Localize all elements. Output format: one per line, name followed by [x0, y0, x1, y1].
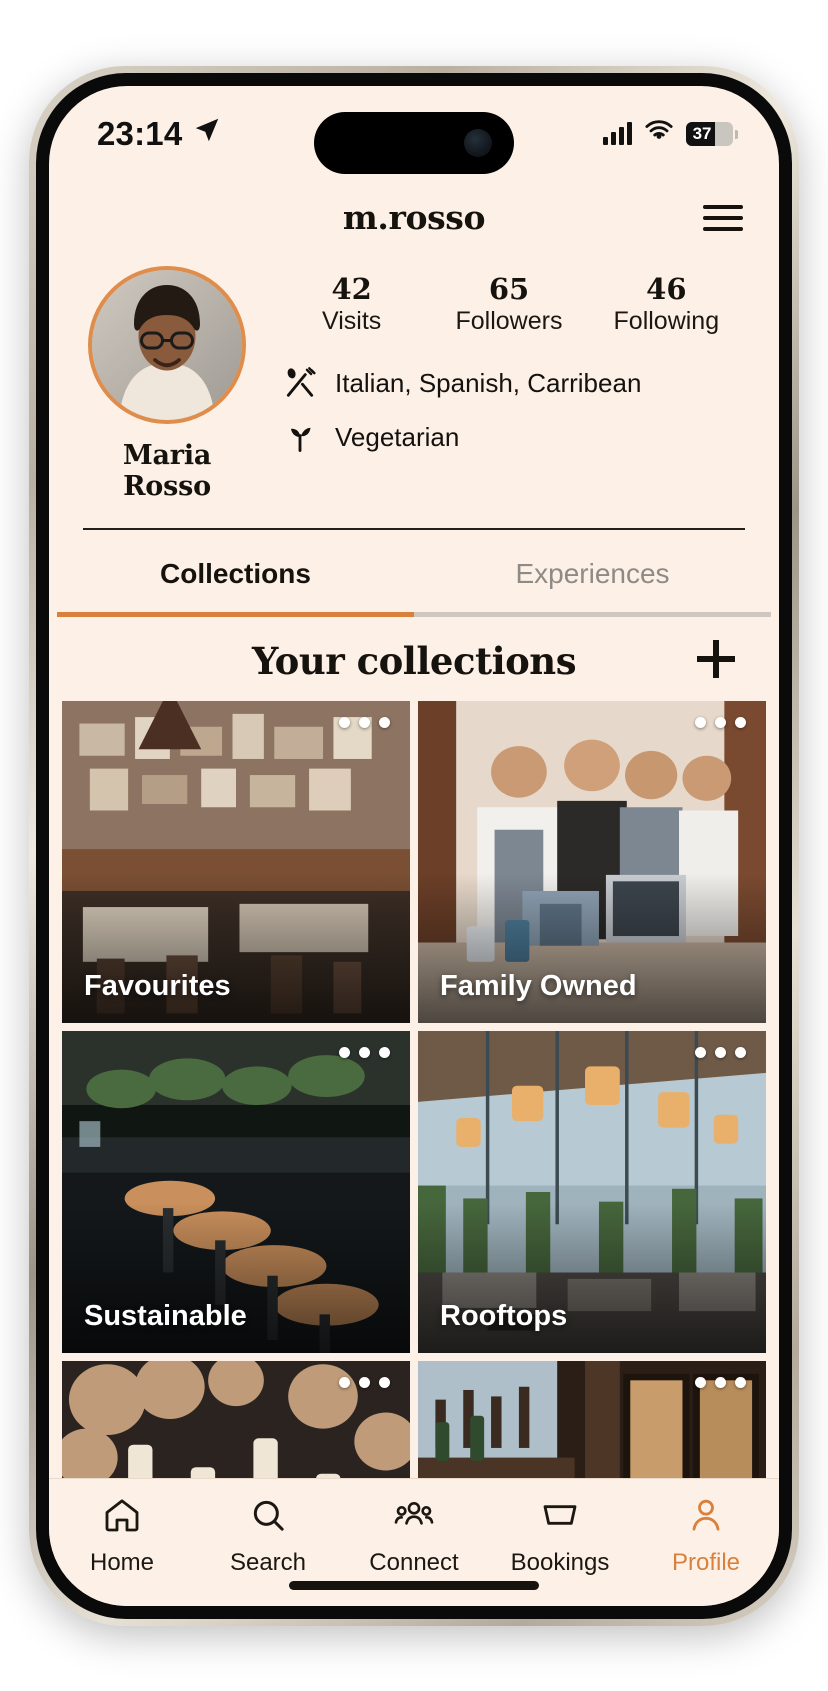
collection-card-rooftops[interactable]: Rooftops [418, 1030, 766, 1353]
dynamic-island [314, 111, 514, 174]
phone-frame: 23:14 37 m.rosso Maria Rosso 42 Visits 6… [29, 65, 799, 1626]
avatar-column: Maria Rosso [83, 265, 251, 502]
home-icon [102, 1495, 142, 1540]
profile-details: 42 Visits 65 Followers 46 Following Ital… [273, 266, 745, 502]
page-title: Your collections [251, 638, 577, 683]
nav-item-bookings[interactable]: Bookings [487, 1495, 633, 1577]
collections-content: Your collections Favourites Family Owned… [49, 616, 779, 1478]
stat-value: 65 [488, 271, 530, 306]
stat-label: Followers [455, 307, 563, 336]
tag-cuisines: Italian, Spanish, Carribean [281, 364, 745, 402]
screenshot-stage: 23:14 37 m.rosso Maria Rosso 42 Visits 6… [0, 0, 828, 1691]
collection-card-sustainable[interactable]: Sustainable [62, 1030, 410, 1353]
phone-bezel: 23:14 37 m.rosso Maria Rosso 42 Visits 6… [36, 72, 792, 1619]
three-dots-icon[interactable] [339, 716, 390, 728]
stat-visits[interactable]: 42 Visits [273, 271, 430, 337]
person-icon [686, 1495, 726, 1540]
stat-followers[interactable]: 65 Followers [430, 271, 587, 337]
collection-card-6[interactable] [418, 1360, 766, 1478]
three-dots-icon[interactable] [695, 1376, 746, 1388]
sprout-leaf-icon [281, 418, 319, 456]
status-time: 23:14 [97, 114, 183, 152]
front-camera [464, 128, 492, 157]
status-bar: 23:14 37 [49, 86, 779, 182]
stat-following[interactable]: 46 Following [588, 271, 745, 337]
search-icon [248, 1495, 288, 1540]
plus-icon[interactable] [697, 639, 735, 678]
home-indicator[interactable] [289, 1580, 539, 1590]
nav-label: Search [229, 1548, 307, 1576]
avatar[interactable] [88, 265, 246, 424]
collection-card-favourites[interactable]: Favourites [62, 700, 410, 1023]
status-indicators: 37 [603, 119, 738, 148]
location-arrow-icon [192, 115, 222, 153]
people-group-icon [394, 1495, 434, 1540]
three-dots-icon[interactable] [339, 1046, 390, 1058]
ticket-icon [540, 1495, 580, 1540]
three-dots-icon[interactable] [695, 1046, 746, 1058]
hamburger-menu-icon[interactable] [703, 204, 743, 231]
collection-card-5[interactable] [62, 1360, 410, 1478]
three-dots-icon[interactable] [695, 716, 746, 728]
tab-experiences[interactable]: Experiences [414, 530, 771, 617]
battery-fill: 37 [686, 121, 716, 146]
collections-grid: Favourites Family Owned Sustainable Roof… [49, 700, 779, 1478]
profile-stats: 42 Visits 65 Followers 46 Following [273, 271, 745, 337]
card-title: Favourites [84, 969, 231, 1002]
three-dots-icon[interactable] [339, 1376, 390, 1388]
card-title: Family Owned [440, 969, 637, 1002]
fork-and-spoon-icon [281, 364, 319, 402]
collection-card-family-owned[interactable]: Family Owned [418, 700, 766, 1023]
tab-collections[interactable]: Collections [57, 530, 414, 617]
nav-label: Bookings [510, 1548, 610, 1576]
nav-item-profile[interactable]: Profile [633, 1495, 779, 1577]
app-brand-title: m.rosso [342, 198, 486, 237]
collections-header: Your collections [49, 617, 779, 701]
profile-name: Maria Rosso [122, 439, 212, 502]
card-title: Rooftops [440, 1299, 568, 1332]
nav-item-connect[interactable]: Connect [341, 1495, 487, 1577]
nav-label: Connect [369, 1548, 459, 1576]
nav-label: Home [89, 1548, 155, 1576]
profile-tags: Italian, Spanish, Carribean Vegetarian [273, 364, 745, 456]
nav-item-home[interactable]: Home [49, 1495, 195, 1577]
status-time-group: 23:14 [97, 115, 222, 153]
tag-label: Vegetarian [335, 421, 460, 452]
stat-label: Visits [322, 307, 382, 336]
profile-section: Maria Rosso 42 Visits 65 Followers 46 Fo… [49, 254, 779, 502]
tag-diet: Vegetarian [281, 418, 745, 456]
profile-tabs: Collections Experiences [49, 530, 779, 617]
tag-label: Italian, Spanish, Carribean [335, 367, 642, 398]
phone-screen: 23:14 37 m.rosso Maria Rosso 42 Visits 6… [49, 85, 779, 1606]
wifi-icon [644, 119, 674, 148]
app-header: m.rosso [49, 182, 779, 254]
battery-percent: 37 [692, 123, 712, 143]
user-avatar-photo [92, 269, 242, 420]
cellular-bars-icon [603, 121, 632, 145]
card-title: Sustainable [84, 1299, 247, 1332]
stat-value: 46 [646, 271, 687, 306]
stat-value: 42 [331, 271, 372, 306]
battery-icon: 37 [686, 121, 738, 146]
nav-label: Profile [671, 1548, 741, 1576]
nav-item-search[interactable]: Search [195, 1495, 341, 1577]
stat-label: Following [613, 307, 720, 336]
